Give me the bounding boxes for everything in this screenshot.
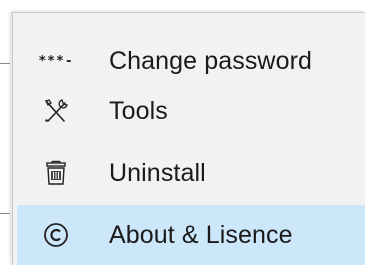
- background-divider: [0, 63, 10, 64]
- trash-icon: [43, 160, 69, 186]
- copyright-icon: [43, 222, 69, 248]
- menu-item-tools[interactable]: Tools: [17, 81, 365, 141]
- menu-item-label: Uninstall: [109, 158, 206, 187]
- menu-item-label: Change password: [109, 46, 313, 75]
- background-divider: [0, 213, 10, 214]
- menu-item-label: Tools: [109, 96, 168, 125]
- context-menu: ***- Change password Tools Uninstall Abo…: [12, 12, 365, 265]
- menu-item-uninstall[interactable]: Uninstall: [17, 143, 365, 203]
- menu-item-label: About & Lisence: [109, 220, 293, 249]
- tools-icon: [43, 98, 69, 124]
- password-icon: ***-: [38, 53, 74, 69]
- menu-item-about-license[interactable]: About & Lisence: [17, 205, 365, 265]
